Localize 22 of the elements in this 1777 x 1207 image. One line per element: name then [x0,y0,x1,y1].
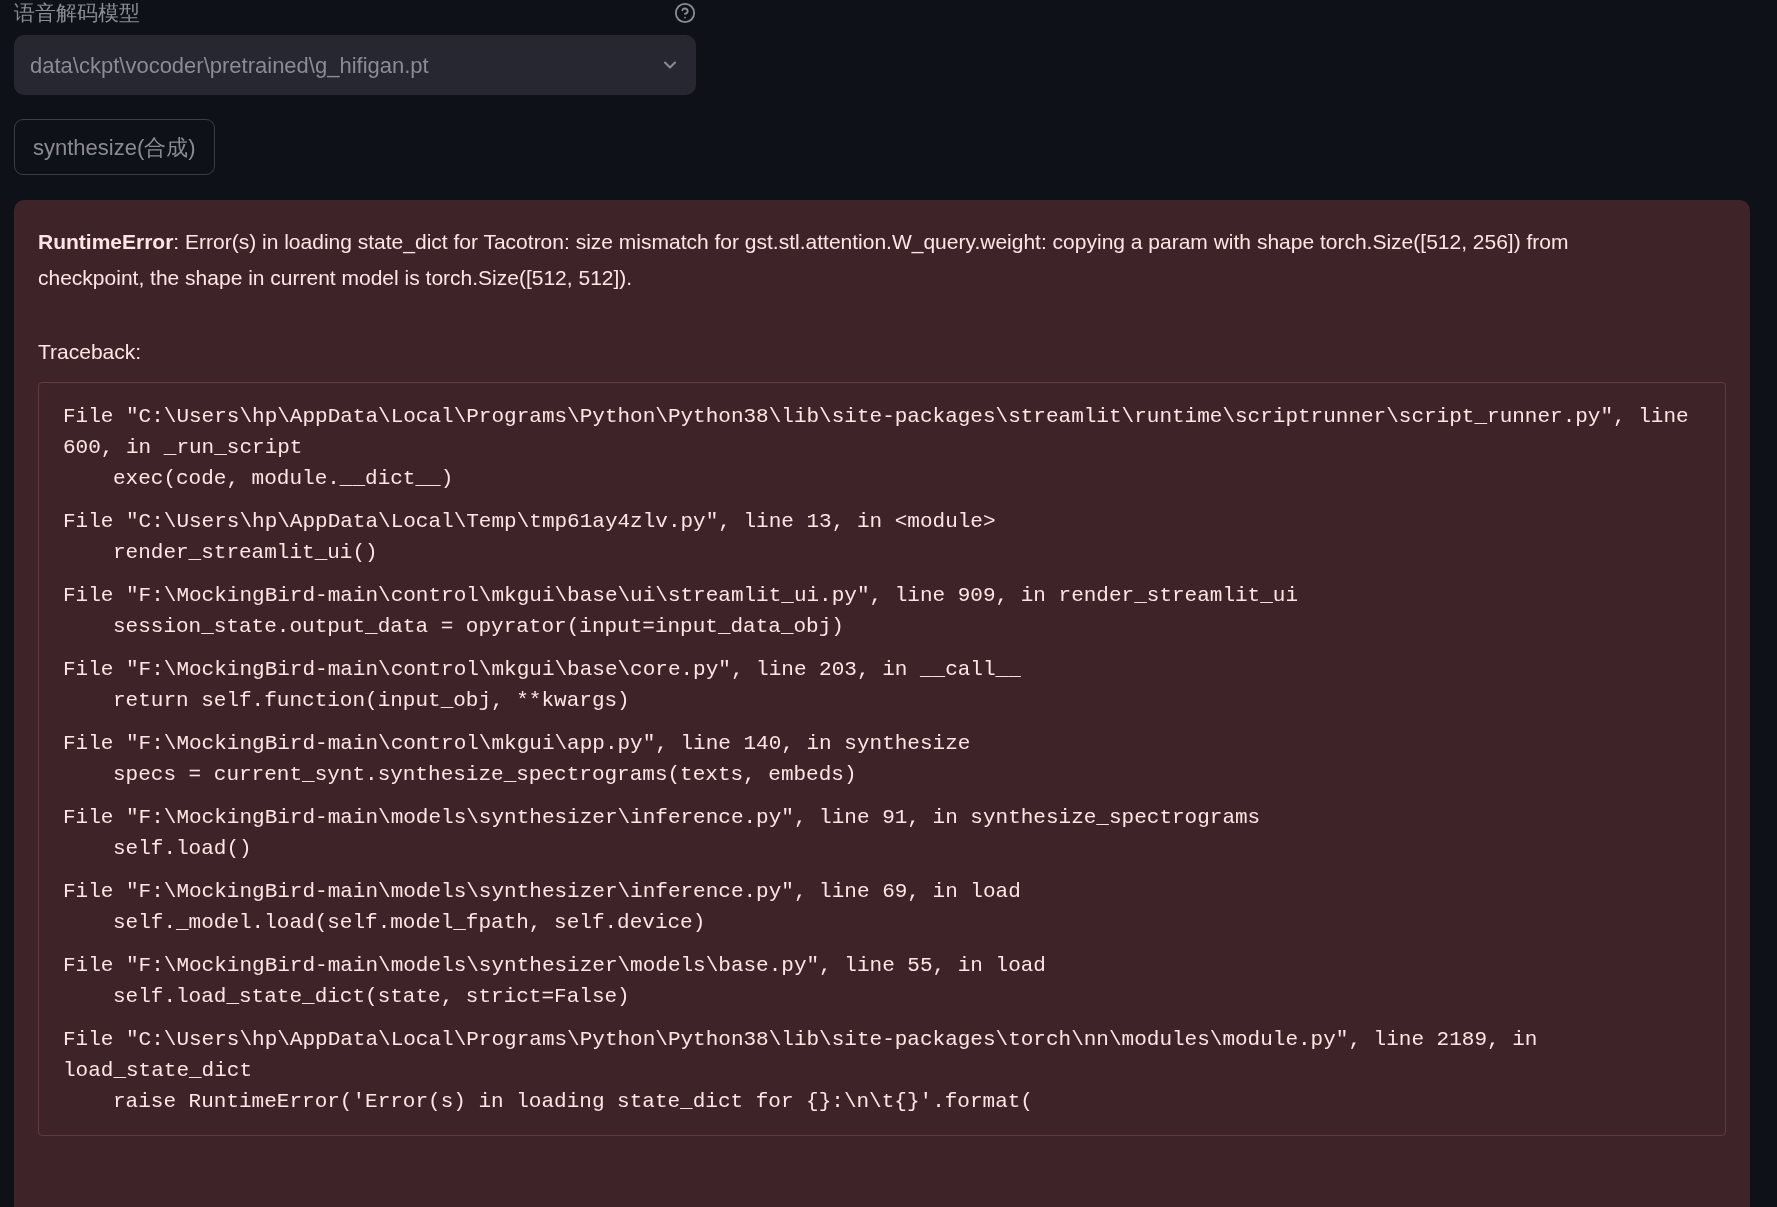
help-icon[interactable] [674,2,696,24]
traceback-location: File "F:\MockingBird-main\control\mkgui\app.py", line 140, in synthesize [63,730,972,757]
traceback-label: Traceback: [38,339,143,365]
traceback-location: File "F:\MockingBird-main\models\synthesizer\inference.py", line 69, in load [63,878,1022,905]
traceback-code: raise RuntimeError('Error(s) in loading state_dict for {}:\n\t{}'.format( [112,1088,1034,1115]
traceback-code: session_state.output_data = opyrator(input=input_data_obj) [112,613,845,640]
traceback-code: self.load_state_dict(state, strict=False) [112,983,631,1010]
traceback-location: File "F:\MockingBird-main\control\mkgui\base\core.py", line 203, in __call__ [63,656,1022,683]
traceback-code: self.load() [112,835,253,862]
traceback-location: File "F:\MockingBird-main\models\synthesizer\models\base.py", line 55, in load [63,952,1047,979]
error-message: RuntimeError: Error(s) in loading state_dict for Tacotron: size mismatch for gst.stl.attention.W_query.weight: copying a param with shape torch.Size([512, 256]) from checkpoint, the shape in current model is torch.Size([512, 512]). [38,229,1570,291]
traceback-code: render_streamlit_ui() [112,539,379,566]
traceback-location: File "C:\Users\hp\AppData\Local\Temp\tmp61ay4zlv.py", line 13, in <module> [63,508,997,535]
traceback-code: self._model.load(self.model_fpath, self.device) [112,909,707,936]
traceback-location: File "F:\MockingBird-main\models\synthesizer\inference.py", line 91, in synthesize_spectrograms [63,804,1262,831]
synthesize-button[interactable]: synthesize(合成) [14,119,215,175]
traceback-code: exec(code, module.__dict__) [112,465,455,492]
traceback-code: return self.function(input_obj, **kwargs) [112,687,631,714]
field-label: 语音解码模型 [14,0,140,26]
select-field[interactable]: data\ckpt\vocoder\pretrained\g_hifigan.pt [14,35,696,95]
traceback-location: File "F:\MockingBird-main\control\mkgui\base\ui\streamlit_ui.py", line 909, in render_streamlit_ui [63,582,1299,609]
traceback-code: specs = current_synt.synthesize_spectrograms(texts, embeds) [112,761,858,788]
